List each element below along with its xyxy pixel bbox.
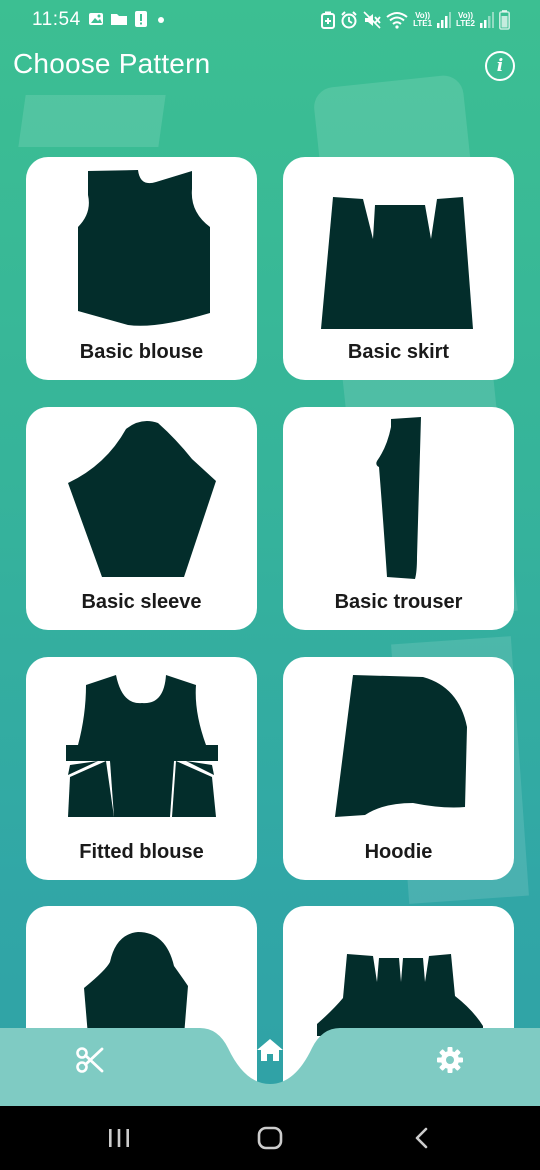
back-button[interactable] bbox=[410, 1126, 434, 1155]
battery-saver-icon bbox=[321, 11, 336, 29]
status-bar: 11:54 Vo)) LTE1 Vo)) LTE2 bbox=[0, 0, 540, 42]
page-title: Choose Pattern bbox=[13, 48, 211, 79]
mute-icon bbox=[363, 11, 381, 29]
alert-icon bbox=[134, 11, 148, 27]
hoodie-pattern-icon bbox=[335, 675, 467, 817]
blouse-pattern-icon bbox=[78, 170, 210, 326]
folder-icon bbox=[110, 11, 128, 27]
alarm-icon bbox=[340, 11, 358, 29]
background-pattern-shape bbox=[18, 95, 166, 147]
dot-icon bbox=[154, 11, 168, 27]
back-icon bbox=[415, 1127, 428, 1149]
pattern-card-basic-trouser[interactable]: Basic trouser bbox=[283, 407, 514, 630]
home-icon bbox=[257, 1039, 283, 1061]
sim2-bottom-text: LTE2 bbox=[456, 19, 475, 28]
info-button[interactable]: i bbox=[485, 51, 515, 81]
system-navigation-bar bbox=[0, 1106, 540, 1170]
trouser-pattern-icon bbox=[376, 417, 421, 579]
volte1-icon: Vo)) LTE1 bbox=[413, 12, 432, 28]
pattern-card-label: Hoodie bbox=[364, 841, 433, 863]
pattern-card-label: Basic skirt bbox=[347, 341, 450, 363]
recent-apps-icon bbox=[109, 1129, 129, 1147]
pattern-card-basic-blouse[interactable]: Basic blouse bbox=[26, 157, 257, 380]
sleeve-pattern-icon bbox=[68, 421, 216, 577]
pattern-card-label: Basic sleeve bbox=[81, 591, 202, 613]
info-icon: i bbox=[496, 56, 504, 76]
skirt-pattern-icon bbox=[321, 197, 473, 329]
battery-icon bbox=[499, 10, 510, 30]
pattern-card-fitted-blouse[interactable]: Fitted blouse bbox=[26, 657, 257, 880]
pattern-card-label: Fitted blouse bbox=[79, 841, 204, 863]
status-time: 11:54 bbox=[32, 9, 81, 30]
system-home-button[interactable] bbox=[256, 1126, 284, 1155]
pattern-card-basic-skirt[interactable]: Basic skirt bbox=[283, 157, 514, 380]
recent-apps-button[interactable] bbox=[106, 1126, 132, 1155]
pattern-card-basic-sleeve[interactable]: Basic sleeve bbox=[26, 407, 257, 630]
pattern-tools-nav-button[interactable] bbox=[68, 1042, 112, 1078]
bottom-navigation bbox=[0, 1028, 540, 1106]
fitted-blouse-pattern-icon bbox=[66, 675, 218, 817]
signal2-icon bbox=[480, 12, 494, 28]
home-nav-button[interactable] bbox=[250, 1032, 290, 1068]
sim1-bottom-text: LTE1 bbox=[413, 19, 433, 28]
wifi-icon bbox=[386, 11, 408, 29]
signal1-icon bbox=[437, 12, 452, 28]
pattern-card-hoodie[interactable]: Hoodie bbox=[283, 657, 514, 880]
volte2-icon: Vo)) LTE2 bbox=[456, 12, 475, 28]
pattern-card-label: Basic blouse bbox=[79, 341, 204, 363]
scissors-icon bbox=[76, 1047, 104, 1073]
pattern-card-label: Basic trouser bbox=[334, 591, 463, 613]
gallery-icon bbox=[88, 11, 104, 27]
settings-nav-button[interactable] bbox=[428, 1042, 472, 1078]
home-circle-icon bbox=[257, 1126, 283, 1150]
settings-icon bbox=[437, 1047, 463, 1073]
